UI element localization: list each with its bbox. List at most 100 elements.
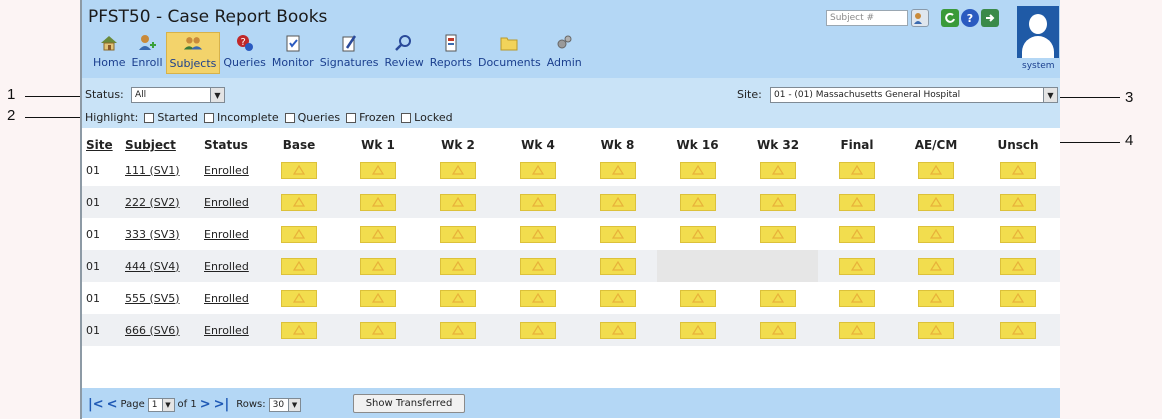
status-link[interactable]: Enrolled	[204, 164, 249, 177]
refresh-button[interactable]	[941, 9, 959, 27]
subject-search-input[interactable]: Subject #	[826, 10, 908, 26]
subject-link[interactable]: 666 (SV6)	[125, 324, 180, 337]
visit-button[interactable]	[1000, 289, 1036, 307]
visit-button[interactable]	[440, 225, 476, 243]
show-transferred-button[interactable]: Show Transferred	[353, 394, 465, 413]
first-page-icon[interactable]: |<	[88, 397, 104, 412]
visit-button[interactable]	[839, 193, 875, 211]
status-link[interactable]: Enrolled	[204, 324, 249, 337]
visit-button[interactable]	[918, 161, 954, 179]
logout-button[interactable]	[981, 9, 999, 27]
visit-button[interactable]	[1000, 257, 1036, 275]
visit-button[interactable]	[679, 193, 716, 211]
visit-button[interactable]	[440, 161, 476, 179]
frozen-checkbox[interactable]	[346, 112, 357, 123]
visit-button[interactable]	[918, 193, 954, 211]
visit-button[interactable]	[918, 225, 954, 243]
queries-checkbox[interactable]	[284, 112, 295, 123]
visit-button[interactable]	[760, 289, 796, 307]
visit-button[interactable]	[360, 225, 396, 243]
visit-button[interactable]	[599, 161, 636, 179]
rows-select[interactable]: 30 ▼	[268, 397, 302, 412]
visit-button[interactable]	[281, 321, 317, 339]
prev-page-icon[interactable]: <	[107, 397, 118, 412]
locked-checkbox[interactable]	[401, 112, 412, 123]
visit-button[interactable]	[281, 225, 317, 243]
visit-button[interactable]	[440, 321, 476, 339]
visit-button[interactable]	[760, 321, 796, 339]
visit-button[interactable]	[360, 193, 396, 211]
nav-reports[interactable]: Reports	[427, 32, 475, 74]
subject-link[interactable]: 222 (SV2)	[125, 196, 180, 209]
visit-button[interactable]	[599, 225, 636, 243]
visit-button[interactable]	[918, 321, 954, 339]
visit-button[interactable]	[281, 161, 317, 179]
visit-button[interactable]	[918, 257, 954, 275]
visit-button[interactable]	[440, 193, 476, 211]
find-subject-button[interactable]	[911, 9, 929, 27]
visit-button[interactable]	[599, 321, 636, 339]
status-link[interactable]: Enrolled	[204, 196, 249, 209]
visit-button[interactable]	[1000, 225, 1036, 243]
visit-button[interactable]	[679, 225, 716, 243]
visit-button[interactable]	[520, 257, 556, 275]
visit-button[interactable]	[839, 257, 875, 275]
visit-button[interactable]	[599, 193, 636, 211]
visit-button[interactable]	[679, 321, 716, 339]
visit-button[interactable]	[839, 321, 875, 339]
visit-button[interactable]	[599, 289, 636, 307]
incomplete-checkbox[interactable]	[204, 112, 214, 123]
nav-documents[interactable]: Documents	[475, 32, 544, 74]
visit-button[interactable]	[360, 321, 396, 339]
visit-button[interactable]	[281, 193, 317, 211]
help-button[interactable]: ?	[961, 9, 979, 27]
visit-button[interactable]	[440, 289, 476, 307]
visit-button[interactable]	[520, 321, 556, 339]
nav-queries[interactable]: ? Queries	[220, 32, 268, 74]
col-subject[interactable]: Subject	[121, 136, 200, 154]
visit-button[interactable]	[760, 193, 796, 211]
subject-link[interactable]: 444 (SV4)	[125, 260, 180, 273]
avatar[interactable]	[1017, 6, 1059, 58]
visit-button[interactable]	[360, 257, 396, 275]
subject-link[interactable]: 333 (SV3)	[125, 228, 180, 241]
started-checkbox[interactable]	[144, 112, 155, 123]
visit-button[interactable]	[760, 161, 796, 179]
visit-button[interactable]	[520, 225, 556, 243]
visit-button[interactable]	[839, 289, 875, 307]
visit-button[interactable]	[281, 257, 317, 275]
nav-monitor[interactable]: Monitor	[269, 32, 317, 74]
visit-button[interactable]	[360, 161, 396, 179]
subject-link[interactable]: 555 (SV5)	[125, 292, 180, 305]
visit-button[interactable]	[520, 193, 556, 211]
visit-button[interactable]	[839, 225, 875, 243]
nav-review[interactable]: Review	[382, 32, 427, 74]
status-link[interactable]: Enrolled	[204, 292, 249, 305]
site-select[interactable]: 01 - (01) Massachusetts General Hospital…	[770, 87, 1058, 103]
visit-button[interactable]	[520, 161, 556, 179]
visit-button[interactable]	[679, 289, 716, 307]
col-site[interactable]: Site	[82, 136, 121, 154]
visit-button[interactable]	[520, 289, 556, 307]
nav-admin[interactable]: Admin	[544, 32, 585, 74]
visit-button[interactable]	[440, 257, 476, 275]
next-page-icon[interactable]: >	[200, 397, 211, 412]
visit-button[interactable]	[1000, 321, 1036, 339]
nav-enroll[interactable]: Enroll	[128, 32, 165, 74]
visit-button[interactable]	[360, 289, 396, 307]
visit-button[interactable]	[839, 161, 875, 179]
visit-button[interactable]	[679, 161, 716, 179]
visit-button[interactable]	[281, 289, 317, 307]
page-select[interactable]: 1 ▼	[147, 397, 175, 412]
visit-button[interactable]	[918, 289, 954, 307]
last-page-icon[interactable]: >|	[214, 397, 230, 412]
visit-button[interactable]	[1000, 193, 1036, 211]
visit-button[interactable]	[599, 257, 636, 275]
nav-signatures[interactable]: Signatures	[317, 32, 382, 74]
nav-subjects[interactable]: Subjects	[165, 32, 221, 74]
visit-button[interactable]	[760, 225, 796, 243]
nav-home[interactable]: Home	[90, 32, 128, 74]
status-link[interactable]: Enrolled	[204, 260, 249, 273]
status-select[interactable]: All ▼	[131, 87, 225, 103]
status-link[interactable]: Enrolled	[204, 228, 249, 241]
